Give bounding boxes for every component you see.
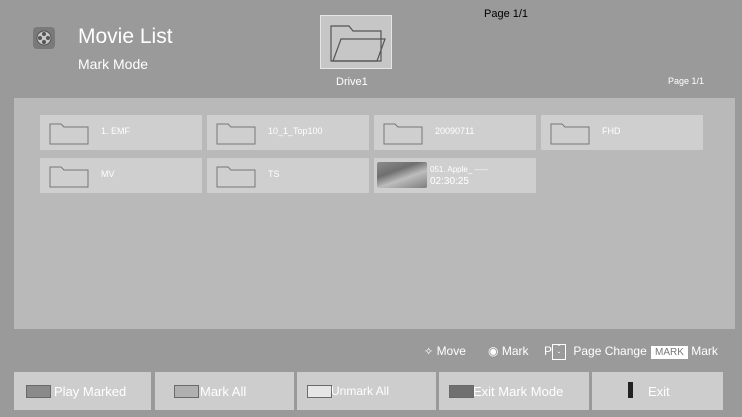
item-label: TS <box>268 169 280 179</box>
folder-icon <box>383 123 423 145</box>
video-thumbnail <box>377 162 427 188</box>
mark-hint-label: Mark <box>501 344 529 358</box>
bottom-button-bar: Play Marked Mark All Unmark All Exit Mar… <box>0 372 742 412</box>
item-label: 1. EMF <box>101 126 131 136</box>
movie-list-icon <box>33 27 55 49</box>
mark-all-label: Mark All <box>200 384 247 399</box>
folder-icon <box>49 166 89 188</box>
header: Movie List Mark Mode Drive1 Page 1/1 Pag… <box>0 0 742 98</box>
ok-icon: ◉ <box>488 344 499 358</box>
exit-icon <box>628 382 633 398</box>
file-list-panel: 1. EMF 10_1_Top100 20090711 FHD MV TS 05… <box>14 98 735 329</box>
help-bar: ✧ Move ◉ Mark Pˆˇ Page Change MARK Mark <box>0 336 742 366</box>
item-label: MV <box>101 169 115 179</box>
unmark-all-label: Unmark All <box>331 384 390 398</box>
page-change-label: Page Change <box>573 344 647 359</box>
drive-label: Drive1 <box>336 76 368 88</box>
red-key-icon <box>26 385 51 398</box>
item-duration: 02:30:25 <box>430 176 469 187</box>
yellow-key-icon <box>307 385 332 398</box>
page-key-label: P <box>544 344 553 359</box>
mark-key-hint: MARK Mark <box>651 344 718 359</box>
exit-button[interactable]: Exit <box>592 372 723 410</box>
page-change-hint: Pˆˇ Page Change <box>544 344 647 360</box>
exit-mark-mode-label: Exit Mark Mode <box>473 384 564 399</box>
folder-icon <box>49 123 89 145</box>
drive-folder-icon <box>330 25 386 62</box>
page-indicator: Page 1/1 <box>668 76 705 86</box>
folder-icon <box>550 123 590 145</box>
mark-hint: ◉ Mark <box>488 344 529 358</box>
move-icon: ✧ <box>424 346 434 358</box>
play-marked-label: Play Marked <box>54 384 127 399</box>
item-label: 20090711 <box>435 126 475 136</box>
move-label: Move <box>436 344 466 358</box>
page-updown-icon: ˆˇ <box>552 344 567 360</box>
unmark-all-button[interactable]: Unmark All <box>297 372 436 410</box>
mode-subtitle: Mark Mode <box>78 56 149 72</box>
item-label: 10_1_Top100 <box>268 126 323 136</box>
page-indicator-top: Page 1/1 <box>484 8 529 20</box>
list-item[interactable]: MV <box>40 158 202 193</box>
move-hint: ✧ Move <box>424 344 466 358</box>
exit-mark-mode-button[interactable]: Exit Mark Mode <box>439 372 589 410</box>
list-item[interactable]: 10_1_Top100 <box>207 115 369 150</box>
list-item[interactable]: TS <box>207 158 369 193</box>
folder-icon <box>216 166 256 188</box>
mark-key-badge: MARK <box>651 346 688 359</box>
blue-key-icon <box>449 385 474 398</box>
drive-selector[interactable] <box>320 15 392 69</box>
list-item[interactable]: 20090711 <box>374 115 536 150</box>
mark-key-label: Mark <box>691 344 718 358</box>
list-item[interactable]: 051. Apple_ ----- 02:30:25 <box>374 158 536 193</box>
green-key-icon <box>174 385 199 398</box>
list-item[interactable]: 1. EMF <box>40 115 202 150</box>
page-title: Movie List <box>78 25 173 48</box>
item-label: 051. Apple_ ----- <box>430 165 488 174</box>
item-label: FHD <box>602 126 621 136</box>
mark-all-button[interactable]: Mark All <box>155 372 294 410</box>
exit-label: Exit <box>648 384 670 399</box>
play-marked-button[interactable]: Play Marked <box>14 372 151 410</box>
folder-icon <box>216 123 256 145</box>
list-item[interactable]: FHD <box>541 115 703 150</box>
